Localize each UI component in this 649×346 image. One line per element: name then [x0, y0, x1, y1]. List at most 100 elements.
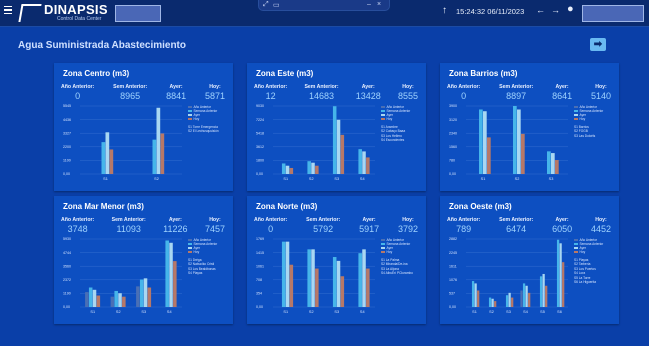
legend-swatch: [188, 243, 192, 245]
bar: [517, 109, 521, 174]
stat-item: Hoy: 4452: [591, 217, 611, 234]
close-icon[interactable]: ×: [377, 1, 381, 8]
y-tick-label: 1769: [256, 237, 264, 241]
minimize-icon[interactable]: –: [367, 1, 371, 8]
stat-label: Año Anterior:: [254, 217, 288, 223]
bar: [118, 293, 122, 307]
legend-label: Hoy: [386, 117, 393, 121]
legend-swatch: [381, 247, 385, 249]
legend-swatch: [574, 110, 578, 112]
upload-icon[interactable]: ↑: [442, 5, 447, 16]
stat-item: Año Anterior: 789: [447, 217, 480, 234]
legend-label: Hoy: [579, 250, 586, 254]
window-controls[interactable]: ⤢ ▭ – ×: [258, 0, 390, 11]
stat-value: 12: [265, 91, 276, 101]
stat-value: 8641: [552, 91, 573, 101]
bar: [285, 241, 290, 307]
bar: [479, 109, 483, 174]
bar: [336, 119, 341, 174]
card-title: Zona Norte (m3): [256, 202, 318, 211]
stat-item: Sem Anterior: 8897: [499, 84, 533, 101]
back-icon[interactable]: ←: [536, 5, 545, 15]
bar: [307, 249, 311, 307]
bar: [173, 261, 177, 307]
x-tick-label: S6: [557, 310, 562, 314]
menu-icon[interactable]: [4, 6, 12, 15]
datetime: 15:24:32 06/11/2023: [456, 7, 525, 16]
bar: [332, 106, 337, 174]
y-tick-label: 3560: [63, 264, 71, 268]
card-title: Zona Centro (m3): [63, 69, 130, 78]
stat-label: Ayer:: [555, 84, 569, 90]
stat-value: 14683: [308, 91, 334, 101]
stat-item: Hoy: 7457: [205, 217, 225, 234]
legend-swatch: [381, 243, 385, 245]
stat-value: 5871: [204, 91, 225, 101]
legend-swatch: [574, 247, 578, 249]
bar: [555, 160, 559, 174]
y-tick-label: 7224: [256, 118, 264, 122]
x-tick-label: S5: [540, 310, 545, 314]
user-redacted-box: [582, 5, 644, 22]
bar: [366, 157, 370, 174]
bar: [92, 289, 97, 307]
stat-label: Sem Anterior:: [304, 84, 339, 90]
stat-label: Ayer:: [169, 84, 183, 90]
legend-label: Hoy: [386, 250, 393, 254]
stat-item: Sem Anterior: 6474: [499, 217, 533, 234]
stat-value: 11226: [163, 224, 188, 234]
stat-value: 4452: [590, 224, 611, 234]
bar: [289, 264, 294, 307]
bar: [511, 297, 514, 307]
y-tick-label: 4436: [63, 118, 71, 122]
zone-card: Zona Mar Menor (m3) Año Anterior: 3748 Sem …: [54, 196, 233, 324]
bar: [169, 242, 173, 307]
user-icon[interactable]: ●: [567, 3, 574, 15]
y-tick-label: 4744: [63, 251, 71, 255]
y-tick-label: 1061: [256, 264, 264, 268]
stat-item: Ayer: 11226: [163, 217, 187, 234]
y-tick-label: 0,00: [449, 172, 456, 176]
stat-label: Sem Anterior:: [499, 217, 534, 223]
y-tick-label: 3900: [449, 104, 457, 108]
station-name: S2 El Lechusquuisión: [188, 129, 219, 134]
legend-swatch: [381, 118, 385, 120]
stat-item: Sem Anterior: 8965: [113, 84, 147, 101]
bar: [362, 249, 366, 307]
zone-card: Zona Este (m3) Año Anterior: 12 Sem Anterio…: [247, 63, 426, 191]
y-tick-label: 1076: [449, 278, 457, 282]
y-tick-label: 0,00: [449, 305, 456, 309]
bar: [147, 287, 152, 307]
window-icon[interactable]: ▭: [273, 1, 280, 9]
forward-icon[interactable]: →: [551, 5, 560, 15]
stat-label: Año Anterior:: [254, 84, 288, 90]
y-tick-label: 3120: [449, 118, 457, 122]
card-title: Zona Barrios (m3): [449, 69, 518, 78]
app-logo: DINAPSIS: [44, 2, 108, 17]
chart-legend: Año Anterior Semana Anterior Ayer Hoy S1 Ara…: [381, 105, 426, 143]
station-name: S6 La Higuerita: [574, 279, 596, 284]
legend-item: Hoy: [574, 117, 619, 121]
bar: [559, 243, 562, 307]
stat-item: Sem Anterior: 11093: [112, 217, 146, 234]
bar: [528, 292, 531, 307]
bar: [505, 295, 509, 307]
next-page-button[interactable]: ➡: [590, 38, 606, 51]
bar: [136, 286, 140, 307]
stat-label: Hoy:: [595, 84, 607, 90]
y-tick-label: 2200: [63, 145, 71, 149]
station-list: S1 Torre Emergencia S2 El Lechusquuisión: [188, 125, 233, 134]
legend-swatch: [381, 114, 385, 116]
y-tick-label: 1100: [63, 159, 71, 163]
bar: [340, 276, 345, 307]
y-tick-label: 2245: [449, 251, 457, 255]
fullscreen-icon[interactable]: ⤢: [263, 1, 269, 9]
zone-card: Zona Oeste (m3) Año Anterior: 789 Sem Anter…: [440, 196, 619, 324]
x-tick-label: S3: [549, 177, 554, 181]
bar: [85, 292, 89, 307]
stat-item: Hoy: 5871: [205, 84, 225, 101]
bar: [474, 283, 477, 307]
bar: [483, 111, 487, 174]
app-logo-subtitle: Control Data Center: [57, 16, 102, 22]
stat-item: Sem Anterior: 5792: [306, 217, 340, 234]
